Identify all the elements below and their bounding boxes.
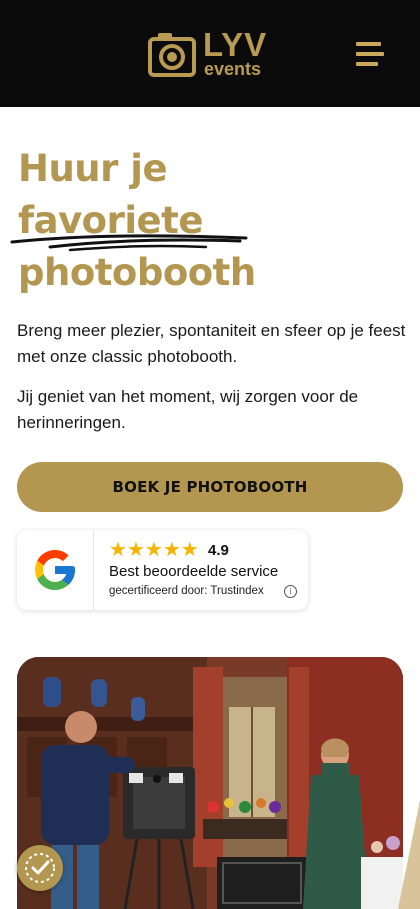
review-widget[interactable]: ★ ★ ★ ★ ★ 4.9 Best beoordeelde service g…: [17, 530, 308, 610]
divider: [93, 530, 94, 610]
star-icon: ★: [180, 539, 199, 561]
decorative-corner: [398, 800, 420, 909]
hero-paragraph: Breng meer plezier, spontaniteit en sfee…: [17, 321, 406, 366]
photobooth-photo-illustration: [17, 657, 403, 909]
rating-value: 4.9: [208, 542, 229, 559]
star-icon: ★: [162, 539, 181, 561]
star-icon: ★: [126, 539, 145, 561]
underline-scribble: [10, 234, 248, 252]
star-icon: ★: [144, 539, 163, 561]
accessibility-icon[interactable]: [17, 845, 63, 891]
brand-name: LYV: [203, 26, 268, 63]
accessibility-check-icon: [25, 853, 55, 883]
site-header: LYV events: [0, 0, 420, 107]
review-title: Best beoordeelde service: [109, 563, 279, 580]
hero-paragraph: Jij geniet van het moment, wij zorgen vo…: [17, 387, 359, 432]
hamburger-icon[interactable]: [356, 40, 384, 68]
hero-title-line: Huur je: [18, 147, 168, 190]
book-photobooth-button[interactable]: BOEK JE PHOTOBOOTH: [17, 462, 403, 512]
event-photo: [17, 657, 403, 909]
brand-tagline: events: [204, 59, 262, 79]
camera-logo-icon: [148, 33, 196, 77]
info-icon[interactable]: i: [284, 585, 297, 598]
star-rating: ★ ★ ★ ★ ★: [109, 540, 199, 560]
hero-title: Huur je favoriete photobooth: [18, 143, 408, 299]
certified-by: gecertificeerd door: Trustindex: [109, 585, 264, 597]
star-icon: ★: [109, 539, 127, 561]
google-icon: [35, 550, 75, 590]
brand-logo[interactable]: LYV events: [148, 26, 274, 81]
hero-title-line: photobooth: [18, 251, 256, 294]
